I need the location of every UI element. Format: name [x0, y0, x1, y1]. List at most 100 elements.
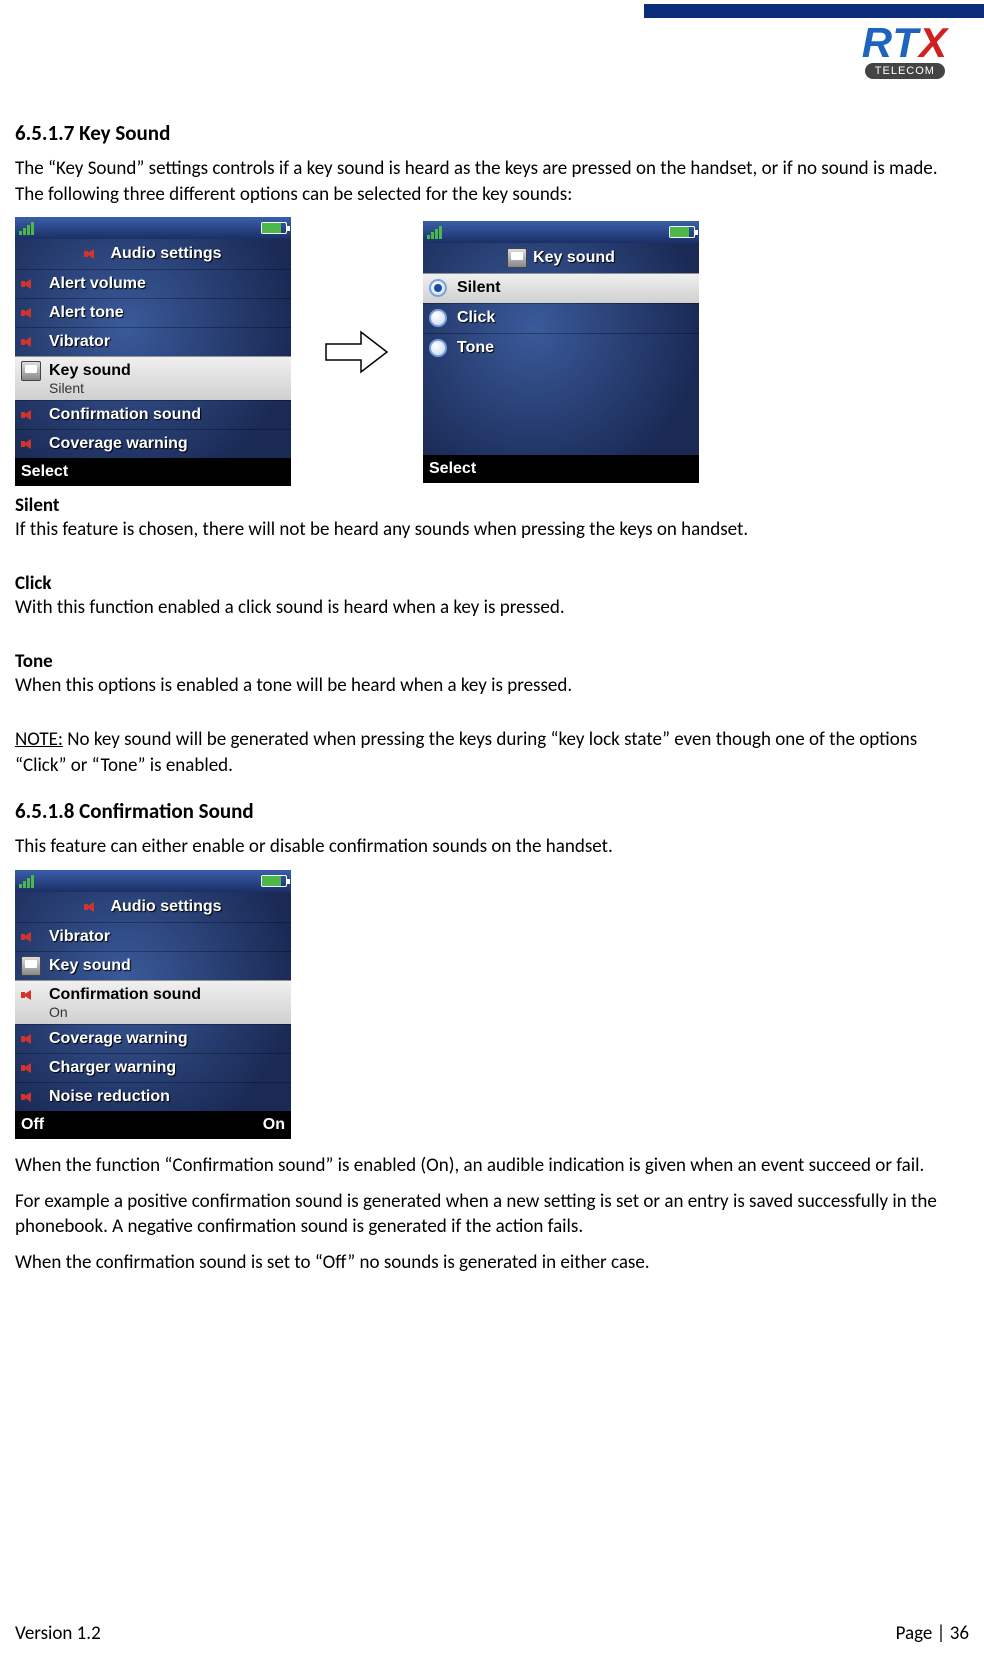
signal-icon: [19, 221, 34, 235]
softkey-select[interactable]: Select: [21, 463, 68, 481]
menu-item-sublabel: Silent: [49, 380, 84, 396]
arrow-icon: [321, 322, 393, 382]
note-line: NOTE: No key sound will be generated whe…: [15, 727, 969, 778]
menu-item-key-sound[interactable]: Key sound: [15, 951, 291, 980]
page-footer: Version 1.2 Page | 36: [15, 1622, 969, 1645]
option-tone-text: When this options is enabled a tone will…: [15, 673, 969, 699]
screen-title: Key sound: [423, 243, 699, 273]
screen-title-text: Audio settings: [110, 898, 221, 916]
menu-item-confirmation-sound[interactable]: Confirmation sound On: [15, 980, 291, 1024]
note-text: No key sound will be generated when pres…: [15, 728, 917, 777]
page-number: Page | 36: [896, 1622, 969, 1645]
menu-item-confirmation-sound[interactable]: Confirmation sound: [15, 400, 291, 429]
speaker-icon: [21, 434, 41, 454]
key-icon: [507, 248, 527, 268]
radio-option-silent[interactable]: Silent: [423, 273, 699, 303]
menu-item-noise-reduction[interactable]: Noise reduction: [15, 1082, 291, 1111]
phone-screen-key-sound: Key sound Silent Click Tone Select: [423, 221, 699, 483]
heading-key-sound: 6.5.1.7 Key Sound: [15, 120, 969, 146]
intro-key-sound: The “Key Sound” settings controls if a k…: [15, 156, 969, 207]
radio-icon: [429, 279, 447, 297]
speaker-icon: [84, 244, 104, 264]
screen-title-text: Key sound: [533, 249, 615, 267]
version-label: Version 1.2: [15, 1622, 101, 1645]
softkey-bar: Off On: [15, 1111, 291, 1139]
speaker-icon: [21, 1058, 41, 1078]
battery-icon: [261, 875, 287, 887]
speaker-icon: [21, 927, 41, 947]
softkey-bar: Select: [15, 458, 291, 486]
battery-icon: [669, 226, 695, 238]
heading-confirmation-sound: 6.5.1.8 Confirmation Sound: [15, 798, 969, 824]
softkey-select[interactable]: Select: [429, 460, 476, 478]
header-band: [644, 4, 984, 18]
menu-item-sublabel: On: [49, 1004, 68, 1020]
menu-item-alert-volume[interactable]: Alert volume: [15, 269, 291, 298]
radio-label: Click: [457, 309, 495, 327]
menu-item-label: Vibrator: [49, 333, 110, 351]
menu-item-label: Coverage warning: [49, 435, 188, 453]
menu-item-label: Coverage warning: [49, 1030, 188, 1048]
confirmation-p1: When the function “Confirmation sound” i…: [15, 1153, 969, 1179]
status-bar: [15, 870, 291, 892]
softkey-bar: Select: [423, 455, 699, 483]
screen-title-text: Audio settings: [110, 245, 221, 263]
menu-item-label: Charger warning: [49, 1059, 176, 1077]
radio-label: Silent: [457, 279, 501, 297]
menu-item-coverage-warning[interactable]: Coverage warning: [15, 429, 291, 458]
logo-text-rt: RT: [862, 19, 919, 66]
menu-item-vibrator[interactable]: Vibrator: [15, 327, 291, 356]
option-click-text: With this function enabled a click sound…: [15, 595, 969, 621]
speaker-icon: [84, 897, 104, 917]
note-label: NOTE:: [15, 728, 63, 751]
speaker-icon: [21, 985, 41, 1005]
key-icon: [21, 956, 41, 976]
menu-item-alert-tone[interactable]: Alert tone: [15, 298, 291, 327]
speaker-icon: [21, 332, 41, 352]
option-silent-heading: Silent: [15, 494, 969, 517]
intro-confirmation-sound: This feature can either enable or disabl…: [15, 834, 969, 860]
phone-screen-audio-settings: Audio settings Alert volume Alert tone V…: [15, 217, 291, 486]
speaker-icon: [21, 303, 41, 323]
key-icon: [21, 361, 41, 381]
speaker-icon: [21, 405, 41, 425]
menu-item-label: Confirmation sound: [49, 986, 201, 1004]
option-click-heading: Click: [15, 572, 969, 595]
menu-item-label: Alert tone: [49, 304, 124, 322]
menu-item-label: Key sound: [49, 362, 131, 380]
logo: RTX TELECOM: [862, 24, 948, 79]
radio-icon: [429, 309, 447, 327]
option-tone-heading: Tone: [15, 650, 969, 673]
phone-screen-confirmation: Audio settings Vibrator Key sound Confir…: [15, 870, 291, 1139]
option-silent-text: If this feature is chosen, there will no…: [15, 517, 969, 543]
signal-icon: [427, 225, 442, 239]
softkey-off[interactable]: Off: [21, 1116, 44, 1134]
menu-item-label: Confirmation sound: [49, 406, 201, 424]
menu-item-vibrator[interactable]: Vibrator: [15, 922, 291, 951]
status-bar: [15, 217, 291, 239]
menu-item-label: Alert volume: [49, 275, 146, 293]
menu-item-label: Noise reduction: [49, 1088, 170, 1106]
screenshots-row-1: Audio settings Alert volume Alert tone V…: [15, 217, 969, 486]
softkey-on[interactable]: On: [263, 1116, 285, 1134]
radio-label: Tone: [457, 339, 494, 357]
speaker-icon: [21, 1087, 41, 1107]
speaker-icon: [21, 274, 41, 294]
status-bar: [423, 221, 699, 243]
logo-sub: TELECOM: [865, 63, 945, 79]
screen-title: Audio settings: [15, 239, 291, 269]
signal-icon: [19, 874, 34, 888]
logo-text-x: X: [919, 19, 948, 66]
radio-option-click[interactable]: Click: [423, 303, 699, 333]
menu-item-coverage-warning[interactable]: Coverage warning: [15, 1024, 291, 1053]
menu-item-label: Key sound: [49, 957, 131, 975]
screen-title: Audio settings: [15, 892, 291, 922]
confirmation-p2: For example a positive confirmation soun…: [15, 1189, 969, 1240]
menu-item-label: Vibrator: [49, 928, 110, 946]
speaker-icon: [21, 1029, 41, 1049]
menu-item-charger-warning[interactable]: Charger warning: [15, 1053, 291, 1082]
menu-item-key-sound[interactable]: Key sound Silent: [15, 356, 291, 400]
battery-icon: [261, 222, 287, 234]
radio-option-tone[interactable]: Tone: [423, 333, 699, 363]
confirmation-p3: When the confirmation sound is set to “O…: [15, 1250, 969, 1276]
